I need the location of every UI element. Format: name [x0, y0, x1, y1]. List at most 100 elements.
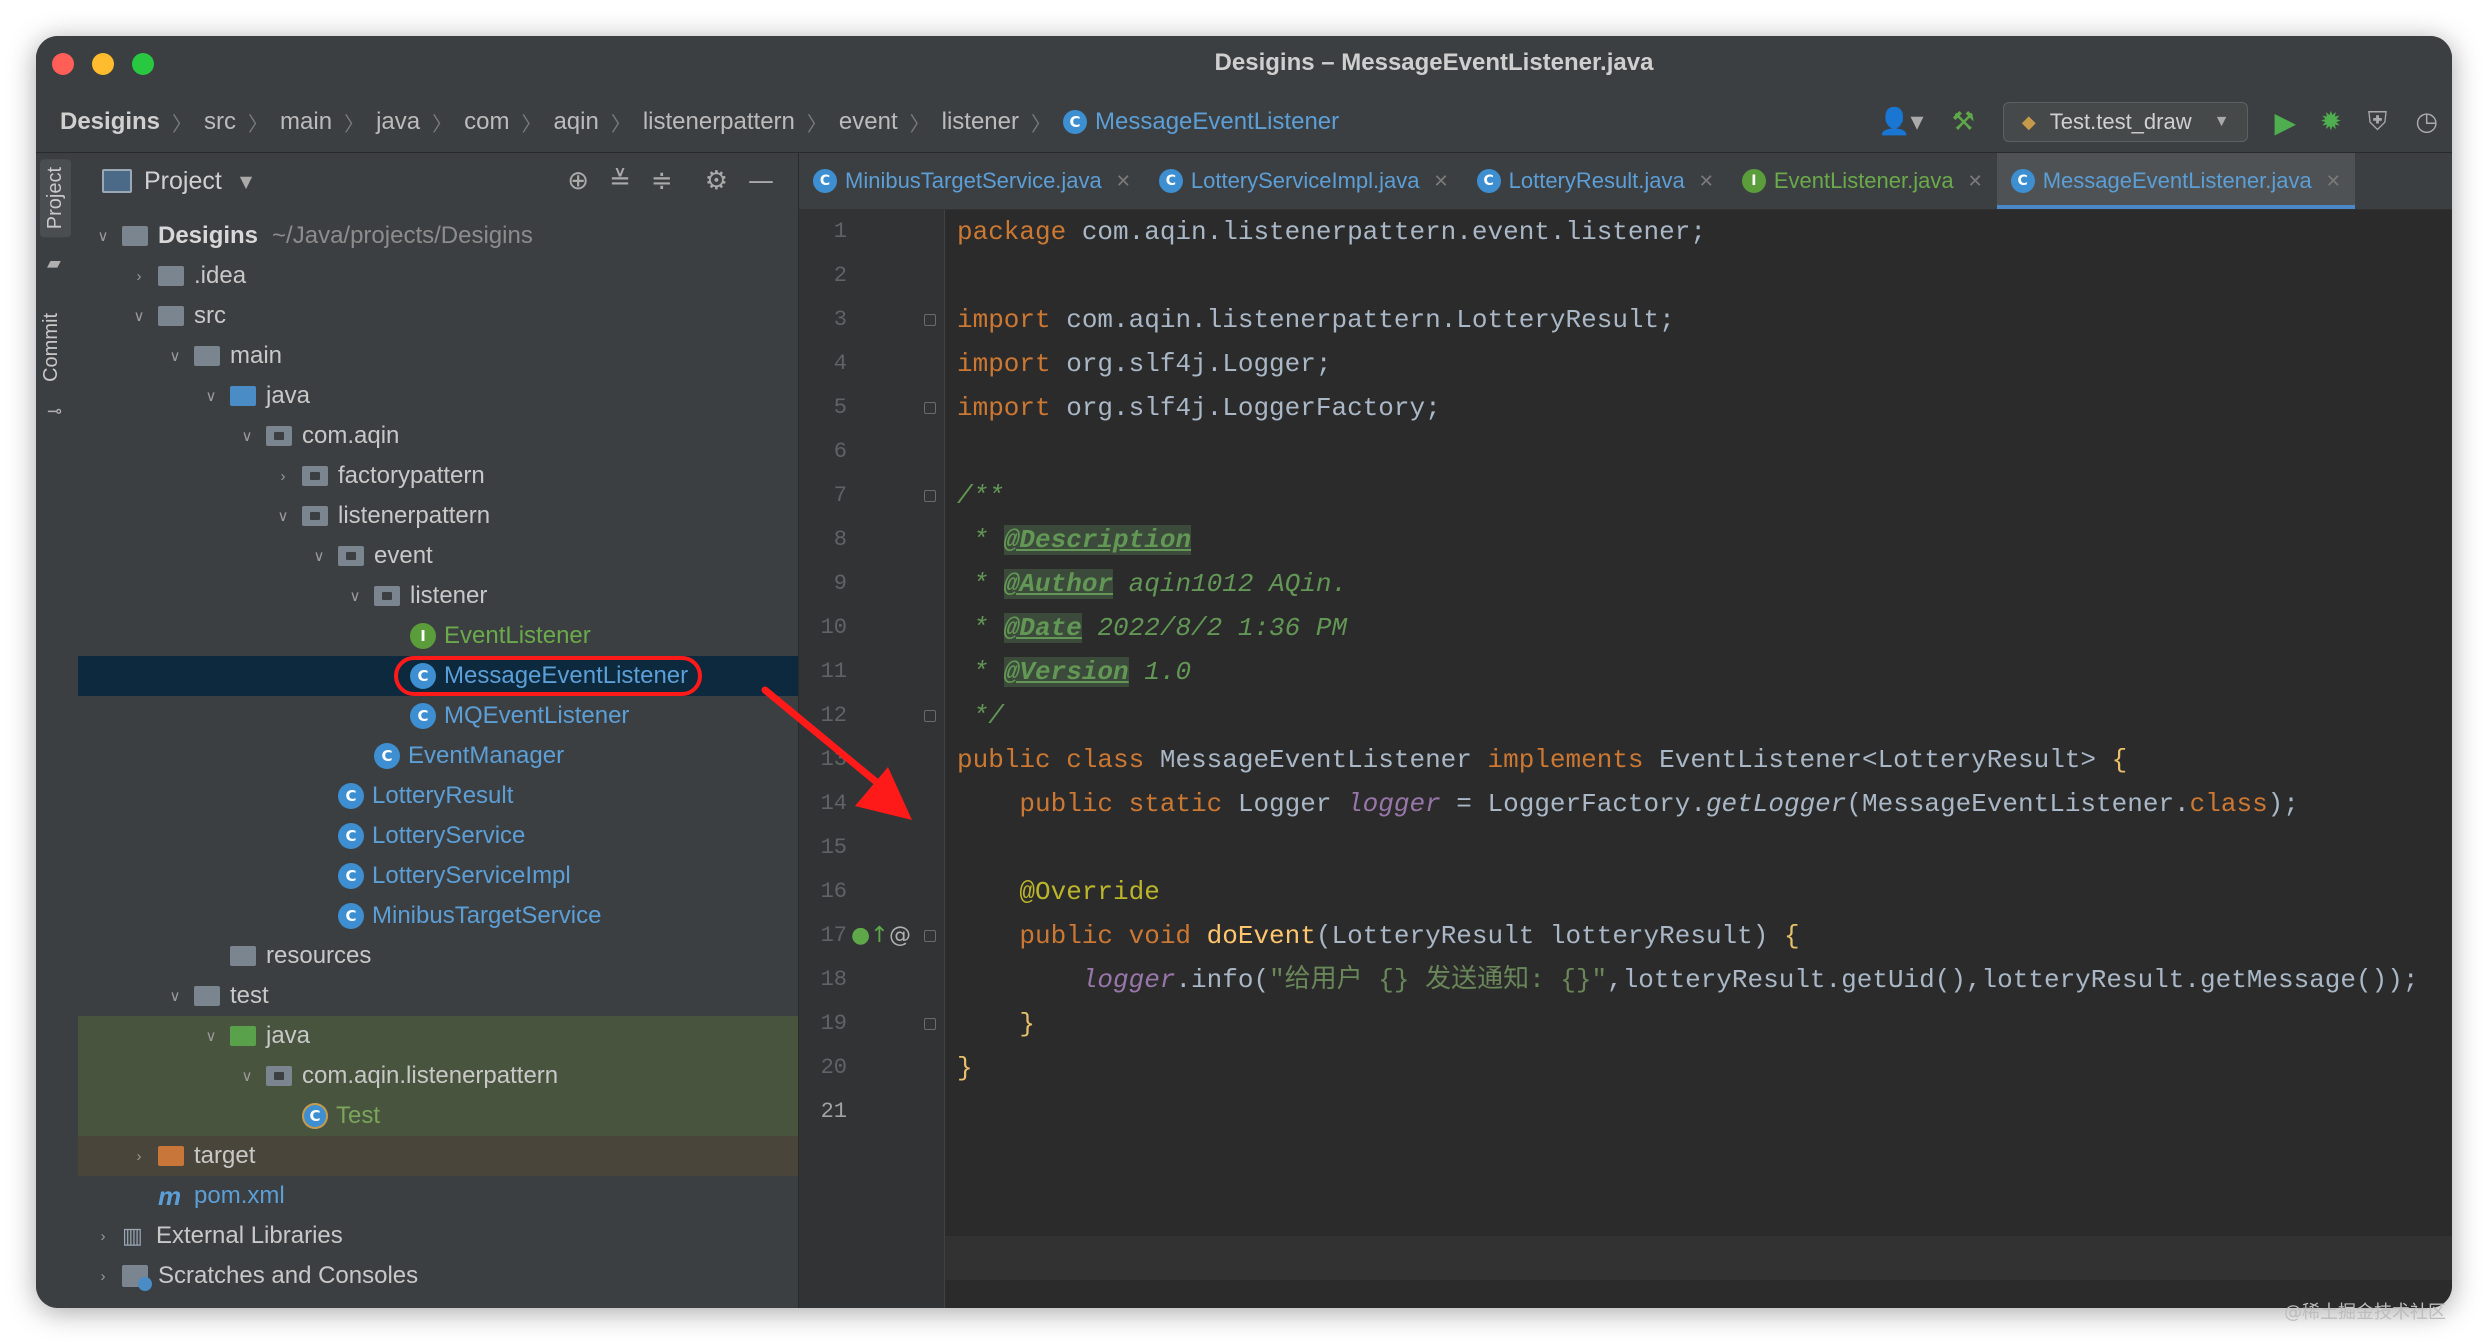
- fold-marker-icon[interactable]: [924, 314, 936, 326]
- breadcrumb-item[interactable]: Desigins: [60, 108, 160, 136]
- tree-item[interactable]: ∨ java: [78, 376, 798, 416]
- code-line[interactable]: public void doEvent(LotteryResult lotter…: [957, 914, 1799, 958]
- chevron-right-icon[interactable]: ›: [272, 468, 294, 485]
- tree-item[interactable]: C MQEventListener: [78, 696, 798, 736]
- tree-item[interactable]: ∨ com.aqin.listenerpattern: [78, 1056, 798, 1096]
- tree-item[interactable]: › factorypattern: [78, 456, 798, 496]
- project-tool-tab[interactable]: Project: [40, 159, 71, 238]
- code-line[interactable]: logger.info("给用户 {} 发送通知: {}",lotteryRes…: [957, 958, 2419, 1002]
- tree-item[interactable]: ∨ src: [78, 296, 798, 336]
- code-line[interactable]: }: [957, 1002, 1035, 1046]
- editor-tab[interactable]: I EventListener.java ✕: [1728, 153, 1997, 209]
- code-line[interactable]: @Override: [957, 870, 1159, 914]
- chevron-down-icon[interactable]: ∨: [92, 227, 114, 245]
- tree-item[interactable]: ∨ com.aqin: [78, 416, 798, 456]
- tree-item[interactable]: C Test: [78, 1096, 798, 1136]
- commit-tool-tab[interactable]: Commit: [40, 313, 63, 382]
- fold-marker-icon[interactable]: [924, 402, 936, 414]
- profiler-icon[interactable]: ◷: [2415, 107, 2438, 137]
- editor-tab[interactable]: C LotteryServiceImpl.java ✕: [1145, 153, 1463, 209]
- tree-item[interactable]: › .idea: [78, 256, 798, 296]
- breadcrumb-item[interactable]: event: [839, 108, 898, 136]
- editor-tab[interactable]: C LotteryResult.java ✕: [1463, 153, 1728, 209]
- hammer-icon[interactable]: ⚒: [1952, 107, 1975, 137]
- close-icon[interactable]: ✕: [1699, 171, 1714, 192]
- fold-marker-icon[interactable]: [924, 490, 936, 502]
- code-line[interactable]: /**: [957, 474, 1004, 518]
- fold-marker-icon[interactable]: [924, 710, 936, 722]
- annotation-at-icon[interactable]: @: [889, 914, 911, 958]
- tree-item[interactable]: C LotteryServiceImpl: [78, 856, 798, 896]
- breadcrumb-item[interactable]: com: [464, 108, 509, 136]
- tree-item[interactable]: ∨ listenerpattern: [78, 496, 798, 536]
- tree-item[interactable]: resources: [78, 936, 798, 976]
- chevron-down-icon[interactable]: ∨: [128, 307, 150, 325]
- chevron-down-icon[interactable]: ∨: [308, 547, 330, 565]
- tree-item[interactable]: › target: [78, 1136, 798, 1176]
- code-line[interactable]: import org.slf4j.LoggerFactory;: [957, 386, 1441, 430]
- collapse-all-icon[interactable]: ≑: [651, 166, 673, 196]
- implements-method-icon[interactable]: ●↑: [851, 914, 889, 958]
- code-line[interactable]: * @Date 2022/8/2 1:36 PM: [957, 606, 1347, 650]
- editor-tab[interactable]: C MinibusTargetService.java ✕: [799, 153, 1145, 209]
- coverage-icon[interactable]: ⛨: [2368, 107, 2388, 138]
- breadcrumb-item[interactable]: listenerpattern: [643, 108, 795, 136]
- code-line[interactable]: import org.slf4j.Logger;: [957, 342, 1331, 386]
- chevron-down-icon[interactable]: ∨: [164, 347, 186, 365]
- code-line[interactable]: }: [957, 1046, 973, 1090]
- tree-item[interactable]: ∨ test: [78, 976, 798, 1016]
- close-icon[interactable]: ✕: [1434, 171, 1449, 192]
- code-line[interactable]: import com.aqin.listenerpattern.LotteryR…: [957, 298, 1675, 342]
- chevron-down-icon[interactable]: ∨: [236, 427, 258, 445]
- user-icon[interactable]: 👤▾: [1878, 107, 1923, 137]
- run-icon[interactable]: ▶: [2274, 106, 2296, 139]
- tree-item[interactable]: ∨ main: [78, 336, 798, 376]
- tree-item-selected[interactable]: C MessageEventListener: [78, 656, 798, 696]
- breadcrumb-item[interactable]: aqin: [553, 108, 598, 136]
- expand-all-icon[interactable]: ≚: [609, 166, 631, 196]
- close-icon[interactable]: ✕: [1116, 171, 1131, 192]
- chevron-right-icon[interactable]: ›: [128, 1148, 150, 1165]
- chevron-down-icon[interactable]: ∨: [344, 587, 366, 605]
- chevron-down-icon[interactable]: ∨: [200, 1027, 222, 1045]
- tree-item[interactable]: m pom.xml: [78, 1176, 798, 1216]
- breadcrumb-item[interactable]: java: [376, 108, 420, 136]
- gear-icon[interactable]: ⚙: [705, 166, 728, 196]
- tree-item[interactable]: ∨ java: [78, 1016, 798, 1056]
- chevron-down-icon[interactable]: ∨: [164, 987, 186, 1005]
- tree-item[interactable]: › Scratches and Consoles: [78, 1256, 798, 1296]
- tree-item[interactable]: I EventListener: [78, 616, 798, 656]
- fold-marker-icon[interactable]: [924, 930, 936, 942]
- code-line[interactable]: * @Description: [957, 518, 1192, 562]
- chevron-right-icon[interactable]: ›: [92, 1228, 114, 1245]
- run-configuration-select[interactable]: ◆ Test.test_draw ▼: [2002, 102, 2249, 142]
- editor-tab-active[interactable]: C MessageEventListener.java ✕: [1996, 153, 2355, 209]
- close-icon[interactable]: ✕: [2326, 171, 2341, 192]
- close-icon[interactable]: ✕: [1968, 171, 1983, 192]
- chevron-down-icon[interactable]: ∨: [200, 387, 222, 405]
- tree-item[interactable]: C EventManager: [78, 736, 798, 776]
- tree-item[interactable]: C MinibusTargetService: [78, 896, 798, 936]
- tree-item[interactable]: C LotteryService: [78, 816, 798, 856]
- chevron-right-icon[interactable]: ›: [128, 268, 150, 285]
- breadcrumb-item[interactable]: main: [280, 108, 332, 136]
- chevron-down-icon[interactable]: ∨: [236, 1067, 258, 1085]
- breadcrumb-item[interactable]: src: [204, 108, 236, 136]
- tree-item[interactable]: ∨ Desigins ~/Java/projects/Desigins: [78, 216, 798, 256]
- chevron-down-icon[interactable]: ∨: [272, 507, 294, 525]
- debug-icon[interactable]: ✹: [2320, 107, 2342, 137]
- tree-item[interactable]: C LotteryResult: [78, 776, 798, 816]
- code-line[interactable]: */: [957, 694, 1004, 738]
- fold-marker-icon[interactable]: [924, 1018, 936, 1030]
- hide-panel-icon[interactable]: —: [748, 166, 774, 196]
- caret-down-icon[interactable]: ▼: [240, 172, 252, 191]
- code-line[interactable]: package com.aqin.listenerpattern.event.l…: [957, 210, 1706, 254]
- code-line[interactable]: * @Author aqin1012 AQin.: [957, 562, 1347, 606]
- tree-item[interactable]: › ▥ External Libraries: [78, 1216, 798, 1256]
- chevron-right-icon[interactable]: ›: [92, 1268, 114, 1285]
- locate-icon[interactable]: ⊕: [567, 166, 589, 196]
- code-line[interactable]: public class MessageEventListener implem…: [957, 738, 2127, 782]
- code-line[interactable]: * @Version 1.0: [957, 650, 1191, 694]
- tree-item[interactable]: ∨ listener: [78, 576, 798, 616]
- code-line[interactable]: public static Logger logger = LoggerFact…: [957, 782, 2298, 826]
